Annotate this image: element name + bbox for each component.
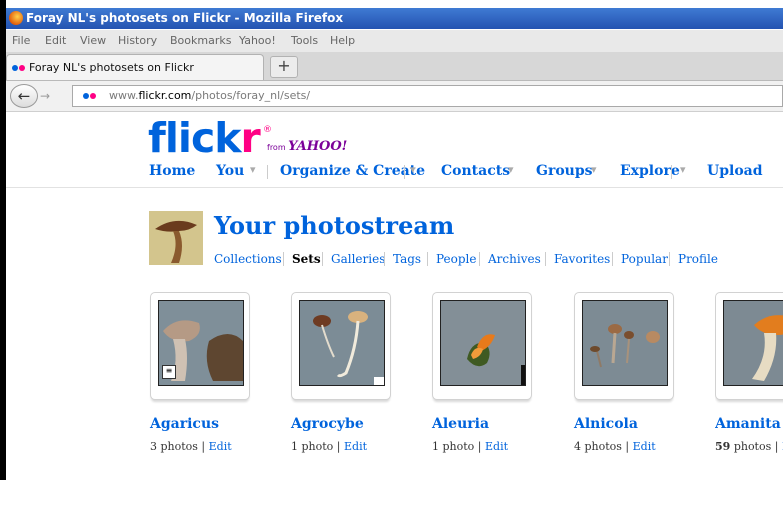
set-title[interactable]: Agaricus	[150, 416, 219, 432]
subnav-divider	[669, 252, 670, 266]
set-thumbnail-frame[interactable]	[291, 292, 391, 400]
page-title: Your photostream	[214, 211, 455, 240]
comment-icon: ≡	[162, 365, 176, 379]
set-thumbnail[interactable]	[299, 300, 385, 386]
menu-view[interactable]: View	[80, 34, 106, 47]
subnav-divider	[612, 252, 613, 266]
mushroom-photo-image	[300, 301, 384, 385]
subnav-sets[interactable]: Sets	[292, 252, 321, 266]
back-button[interactable]: ←	[10, 84, 38, 108]
set-thumbnail[interactable]	[440, 300, 526, 386]
url-domain: flickr.com	[138, 89, 192, 102]
menu-history[interactable]: History	[118, 34, 157, 47]
forward-button[interactable]: →	[40, 88, 60, 104]
nav-groups[interactable]: Groups	[536, 163, 593, 179]
edit-link[interactable]: Edit	[633, 440, 656, 453]
registered-mark: ®	[263, 125, 272, 135]
menu-yahoo[interactable]: Yahoo!	[239, 34, 276, 47]
set-thumbnail-frame[interactable]: ≡	[150, 292, 250, 400]
edit-link[interactable]: Edit	[209, 440, 232, 453]
set-title[interactable]: Agrocybe	[291, 416, 364, 432]
set-thumbnail[interactable]	[582, 300, 668, 386]
nav-upload[interactable]: Upload	[707, 163, 763, 179]
set-meta: 59 photos | Ec	[715, 440, 783, 453]
url-prefix: www.	[109, 89, 139, 102]
set-meta: 4 photos | Edit	[574, 440, 656, 453]
subnav-archives[interactable]: Archives	[488, 252, 541, 266]
menu-tools[interactable]: Tools	[291, 34, 318, 47]
subnav-divider	[384, 252, 385, 266]
set-meta: 1 photo | Edit	[432, 440, 509, 453]
menu-help[interactable]: Help	[330, 34, 355, 47]
browser-window: Foray NL's photosets on Flickr - Mozilla…	[0, 0, 783, 508]
url-path: /photos/foray_nl/sets/	[191, 89, 311, 102]
header-divider	[6, 187, 783, 188]
menu-edit[interactable]: Edit	[45, 34, 66, 47]
nav-divider	[267, 165, 268, 179]
tab-active[interactable]: Foray NL's photosets on Flickr	[6, 54, 264, 80]
new-tab-button[interactable]: +	[270, 56, 298, 78]
set-title[interactable]: Aleuria	[432, 416, 489, 432]
subnav-divider	[479, 252, 480, 266]
mushroom-photo-image	[583, 301, 667, 385]
set-meta: 3 photos | Edit	[150, 440, 232, 453]
chevron-down-icon[interactable]: ▾	[508, 163, 514, 176]
set-thumbnail[interactable]	[723, 300, 783, 386]
chevron-down-icon[interactable]: ▾	[680, 163, 686, 176]
buddy-icon-avatar[interactable]	[149, 211, 203, 265]
subnav-divider	[545, 252, 546, 266]
flickr-favicon-icon	[12, 55, 26, 80]
subnav-popular[interactable]: Popular	[621, 252, 668, 266]
nav-divider	[671, 165, 672, 179]
subnav-people[interactable]: People	[436, 252, 476, 266]
edit-link[interactable]: Edit	[344, 440, 367, 453]
subnav-galleries[interactable]: Galleries	[331, 252, 385, 266]
set-title[interactable]: Alnicola	[574, 416, 638, 432]
nav-divider	[404, 165, 405, 179]
flickr-logo[interactable]: flickr	[148, 116, 261, 160]
navigation-toolbar: ← → www.flickr.com/photos/foray_nl/sets/	[6, 81, 783, 112]
chevron-down-icon[interactable]: ▾	[250, 163, 256, 176]
subnav-favorites[interactable]: Favorites	[554, 252, 610, 266]
menu-bar: File Edit View History Bookmarks Yahoo! …	[6, 30, 783, 52]
from-yahoo-logo: from YAHOO!	[267, 139, 348, 154]
page-bottom	[6, 482, 783, 508]
edit-link[interactable]: Edit	[485, 440, 508, 453]
subnav-divider	[427, 252, 428, 266]
subnav-tags[interactable]: Tags	[393, 252, 421, 266]
set-title[interactable]: Amanita	[715, 416, 781, 432]
tab-label: Foray NL's photosets on Flickr	[29, 61, 194, 74]
set-meta: 1 photo | Edit	[291, 440, 368, 453]
tab-strip: Foray NL's photosets on Flickr +	[6, 52, 783, 81]
firefox-icon	[9, 11, 23, 25]
window-titlebar: Foray NL's photosets on Flickr - Mozilla…	[6, 8, 783, 29]
menu-bookmarks[interactable]: Bookmarks	[170, 34, 231, 47]
subnav-divider	[283, 252, 284, 266]
subnav-profile[interactable]: Profile	[678, 252, 718, 266]
menu-file[interactable]: File	[12, 34, 30, 47]
window-title: Foray NL's photosets on Flickr - Mozilla…	[26, 11, 344, 25]
subnav-divider	[322, 252, 323, 266]
url-bar[interactable]: www.flickr.com/photos/foray_nl/sets/	[72, 85, 783, 107]
mushroom-photo-image	[724, 301, 783, 385]
set-thumbnail-frame[interactable]	[432, 292, 532, 400]
chevron-down-icon[interactable]: ▾	[591, 163, 597, 176]
set-card: Amanita 59 photos | Ec	[715, 292, 783, 462]
set-thumbnail-frame[interactable]	[715, 292, 783, 400]
chevron-down-icon[interactable]: ▾	[410, 163, 416, 176]
subnav-collections[interactable]: Collections	[214, 252, 282, 266]
nav-home[interactable]: Home	[149, 163, 195, 179]
mushroom-avatar-image	[149, 211, 203, 265]
site-identity-icon[interactable]	[83, 86, 97, 106]
mushroom-photo-image	[441, 301, 525, 385]
set-thumbnail-frame[interactable]	[574, 292, 674, 400]
nav-you[interactable]: You	[216, 163, 244, 179]
nav-contacts[interactable]: Contacts	[441, 163, 510, 179]
